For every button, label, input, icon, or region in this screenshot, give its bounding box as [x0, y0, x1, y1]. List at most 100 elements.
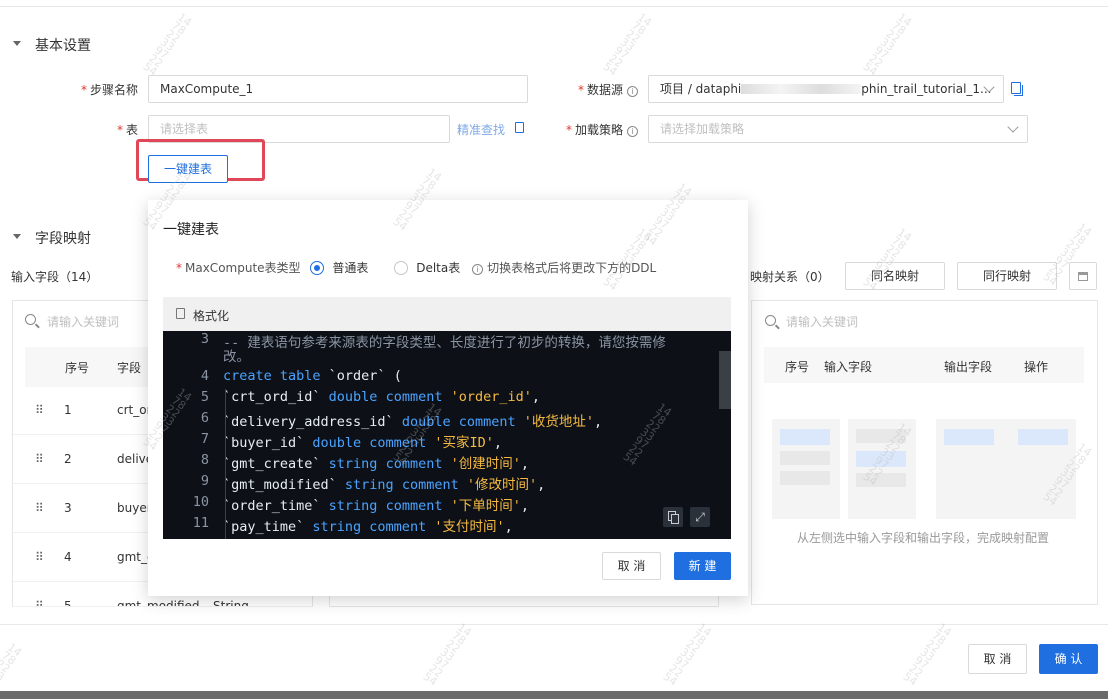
radio-delta[interactable]: Delta表 — [394, 261, 460, 275]
line-number: 11 — [192, 515, 209, 531]
watermark: 14782233972254 — [140, 10, 194, 79]
same-row-mapping-button[interactable]: 同行映射 — [957, 262, 1057, 290]
row-no: 4 — [64, 550, 72, 564]
mapping-label: 映射关系（0） — [750, 270, 830, 284]
code-text: `pay_time` string comment '支付时间', — [223, 519, 513, 535]
input-fields-label: 输入字段（14） — [11, 270, 99, 284]
footer-cancel-button[interactable]: 取 消 — [968, 644, 1027, 674]
info-icon: i — [627, 86, 638, 97]
row-no: 2 — [64, 452, 72, 466]
code-line: 改。 — [163, 345, 731, 366]
drag-handle-icon[interactable]: ⠿ — [35, 599, 44, 606]
code-text: `delivery_address_id` double comment '收货… — [223, 414, 603, 430]
chevron-down-icon — [1007, 121, 1019, 133]
mapping-panel: 请输入关键词 序号 输入字段 输出字段 操作 从左侧选中输入字段和输出字段，完成… — [751, 300, 1098, 605]
datasource-value-suffix: phin_trail_tutorial_1... — [861, 82, 992, 96]
line-number: 4 — [200, 368, 209, 384]
collapse-basic-icon[interactable] — [13, 41, 21, 46]
code-text: `crt_ord_id` double comment 'order_id', — [223, 389, 541, 405]
info-icon: i — [627, 126, 638, 137]
row-no: 5 — [64, 599, 72, 607]
datasource-select[interactable]: 项目 / dataphi phin_trail_tutorial_1... — [648, 75, 1004, 103]
col-field-header: 字段 — [117, 361, 142, 375]
code-line: 9 `gmt_modified` string comment '修改时间', — [163, 473, 731, 494]
format-button[interactable]: 格式化 — [193, 307, 229, 324]
modal-title: 一键建表 — [163, 222, 219, 238]
search-icon-handle — [35, 323, 40, 329]
code-line: 5 `crt_ord_id` double comment 'order_id'… — [163, 389, 731, 410]
search-icon — [25, 314, 36, 325]
row-field: gmt_modified — [117, 599, 200, 607]
line-number: 7 — [200, 431, 209, 447]
copy-code-icon[interactable] — [663, 507, 683, 527]
same-name-mapping-button[interactable]: 同名映射 — [845, 262, 945, 290]
line-number: 10 — [192, 494, 209, 510]
search-input[interactable]: 请输入关键词 — [47, 313, 119, 330]
precise-copy-icon[interactable] — [515, 122, 524, 133]
table-placeholder: 请选择表 — [160, 122, 209, 136]
option-normal-label: 普通表 — [332, 261, 369, 275]
table-type-label: MaxCompute表类型 — [185, 261, 301, 275]
code-text: `gmt_create` string comment '创建时间', — [223, 456, 529, 472]
drag-handle-icon[interactable]: ⠿ — [35, 452, 44, 466]
col-no-header: 序号 — [65, 361, 90, 375]
clear-mapping-button[interactable] — [1069, 262, 1097, 290]
code-line: 11 `pay_time` string comment '支付时间', — [163, 515, 731, 536]
ddl-code-editor[interactable]: 3 -- 建表语句参考来源表的字段类型、长度进行了初步的转换，请您按需修 改。 4 cr… — [163, 331, 731, 539]
modal-cancel-button[interactable]: 取 消 — [602, 552, 661, 580]
mapping-col-output: 输出字段 — [944, 360, 993, 374]
row-no: 1 — [64, 403, 72, 417]
drag-handle-icon[interactable]: ⠿ — [35, 550, 44, 564]
code-text: 改。 — [223, 349, 250, 365]
load-strategy-select[interactable]: 请选择加载策略 — [648, 115, 1028, 143]
field-mapping-title: 字段映射 — [35, 231, 91, 247]
code-text: `gmt_modified` string comment '修改时间', — [223, 477, 546, 493]
code-line: 7 `buyer_id` double comment '买家ID', — [163, 431, 731, 452]
watermark: 14782233972254 — [860, 10, 914, 79]
create-table-button[interactable]: 一键建表 — [148, 155, 228, 183]
watermark: 14782233972254 — [900, 620, 954, 689]
line-number: 5 — [200, 389, 209, 405]
modal-create-button[interactable]: 新 建 — [674, 552, 731, 580]
footer-divider — [0, 624, 1108, 625]
search-icon — [765, 315, 776, 326]
watermark: 14782233972254 — [420, 620, 474, 689]
create-table-modal: 一键建表 * MaxCompute表类型 普通表 Delta表 i 切换表格式后将更… — [148, 200, 748, 596]
bottom-bar — [0, 691, 1108, 699]
line-number: 6 — [200, 410, 209, 426]
redacted-block — [741, 84, 862, 94]
step-name-input[interactable]: MaxCompute_1 — [148, 75, 528, 103]
mapping-col-action: 操作 — [1024, 360, 1049, 374]
file-icon — [176, 308, 185, 319]
collapse-mapping-icon[interactable] — [13, 234, 21, 239]
step-name-label: * 步骤名称 — [80, 83, 138, 97]
empty-illustration — [772, 419, 1078, 519]
code-line: 10 `order_time` string comment '下单时间', — [163, 494, 731, 515]
row-type: String — [213, 599, 249, 607]
row-field: buyer — [117, 501, 152, 515]
mapping-search-input[interactable]: 请输入关键词 — [786, 313, 858, 330]
drag-handle-icon[interactable]: ⠿ — [35, 501, 44, 515]
datasource-label: * 数据源 i — [540, 81, 638, 98]
precise-search-link[interactable]: 精准查找 — [457, 121, 505, 138]
code-text: create table `order` ( — [223, 368, 402, 384]
radio-unchecked-icon[interactable] — [394, 261, 409, 275]
line-number: 8 — [200, 452, 209, 468]
load-strategy-placeholder: 请选择加载策略 — [660, 122, 745, 136]
code-scrollbar[interactable] — [719, 351, 731, 409]
search-icon-handle — [775, 324, 780, 330]
code-text: `order_time` string comment '下单时间', — [223, 498, 529, 514]
radio-normal[interactable]: 普通表 — [310, 261, 368, 275]
mapping-col-input: 输入字段 — [824, 360, 873, 374]
radio-checked-icon[interactable] — [310, 261, 325, 275]
format-bar: 格式化 — [163, 297, 731, 331]
table-type-row: * MaxCompute表类型 普通表 Delta表 i 切换表格式后将更改下方的D… — [176, 261, 657, 275]
code-line: 6 `delivery_address_id` double comment '… — [163, 410, 731, 431]
load-strategy-label: * 加载策略 i — [540, 121, 638, 138]
expand-icon[interactable]: ⤢ — [690, 507, 710, 527]
mapping-hint: 从左侧选中输入字段和输出字段，完成映射配置 — [797, 531, 1050, 545]
datasource-value: 项目 / dataphi — [660, 82, 742, 96]
option-delta-label: Delta表 — [416, 261, 461, 275]
drag-handle-icon[interactable]: ⠿ — [35, 403, 44, 417]
footer-confirm-button[interactable]: 确 认 — [1039, 644, 1098, 674]
